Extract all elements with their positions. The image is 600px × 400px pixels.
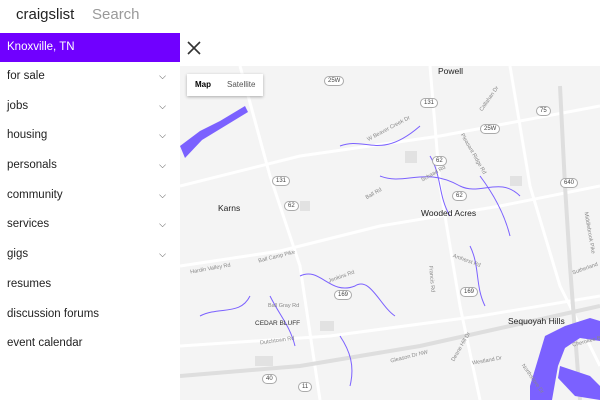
category-sidebar: for sale ⌵ jobs ⌵ housing ⌵ personals ⌵ … [0, 62, 180, 359]
highway-shield: 25W [324, 76, 345, 86]
place-label: Powell [438, 66, 464, 76]
highway-shield: 40 [262, 374, 277, 384]
chevron-down-icon: ⌵ [159, 160, 166, 171]
sidebar-item-housing[interactable]: housing ⌵ [0, 121, 180, 151]
sidebar-item-personals[interactable]: personals ⌵ [0, 151, 180, 181]
chevron-down-icon: ⌵ [159, 219, 166, 230]
sidebar-item-community[interactable]: community ⌵ [0, 181, 180, 211]
sidebar-item-resumes[interactable]: resumes [0, 270, 180, 300]
highway-shield: 75 [536, 106, 551, 116]
sidebar-item-label: personals [7, 159, 57, 172]
sidebar-item-discussion-forums[interactable]: discussion forums [0, 300, 180, 330]
sidebar-item-label: event calendar [7, 337, 83, 350]
highway-shield: 62 [432, 156, 447, 166]
map-type-toggle[interactable]: Map Satellite [187, 74, 264, 96]
highway-shield: 62 [452, 191, 467, 201]
sidebar-item-gigs[interactable]: gigs ⌵ [0, 240, 180, 270]
chevron-down-icon: ⌵ [159, 189, 166, 200]
location-selector[interactable]: Knoxville, TN [0, 33, 180, 62]
highway-shield: 62 [284, 201, 299, 211]
highway-shield: 11 [298, 382, 313, 392]
sidebar-item-label: jobs [7, 99, 29, 112]
highway-shield: 169 [460, 287, 479, 297]
sidebar-item-services[interactable]: services ⌵ [0, 210, 180, 240]
chevron-down-icon: ⌵ [159, 71, 166, 81]
chevron-down-icon: ⌵ [159, 249, 166, 260]
sidebar-item-event-calendar[interactable]: event calendar [0, 329, 180, 359]
highway-shield: 169 [334, 290, 353, 300]
chevron-down-icon: ⌵ [159, 100, 166, 111]
highway-shield: 25W [480, 124, 501, 134]
sidebar-item-label: housing [7, 129, 48, 142]
area-map[interactable]: Map Satellite Powell Karns Wooded Acres … [180, 66, 600, 400]
place-label: Karns [218, 203, 241, 213]
place-label: CEDAR BLUFF [255, 320, 301, 327]
place-label: Wooded Acres [421, 208, 477, 218]
sidebar-item-jobs[interactable]: jobs ⌵ [0, 92, 180, 122]
satellite-view-button[interactable]: Satellite [219, 74, 263, 96]
map-view-button[interactable]: Map [187, 74, 219, 96]
sidebar-item-label: services [7, 218, 50, 231]
sidebar-item-label: discussion forums [7, 307, 100, 320]
header: craigslist Search [0, 0, 600, 33]
sidebar-item-label: community [7, 188, 63, 201]
chevron-down-icon: ⌵ [159, 130, 166, 141]
search-input[interactable]: Search [92, 6, 140, 23]
highway-shield: 640 [560, 178, 579, 188]
close-icon[interactable] [186, 40, 202, 56]
highway-shield: 131 [272, 176, 291, 186]
sidebar-item-label: resumes [7, 277, 52, 290]
map-canvas [180, 66, 600, 400]
place-label: Sequoyah Hills [508, 316, 565, 326]
highway-shield: 131 [420, 98, 439, 108]
site-logo[interactable]: craigslist [16, 6, 74, 23]
sidebar-item-label: for sale [7, 70, 45, 82]
sidebar-item-for-sale[interactable]: for sale ⌵ [0, 62, 180, 92]
road-label: Ball Gray Rd [268, 303, 300, 309]
sidebar-item-label: gigs [7, 248, 29, 261]
